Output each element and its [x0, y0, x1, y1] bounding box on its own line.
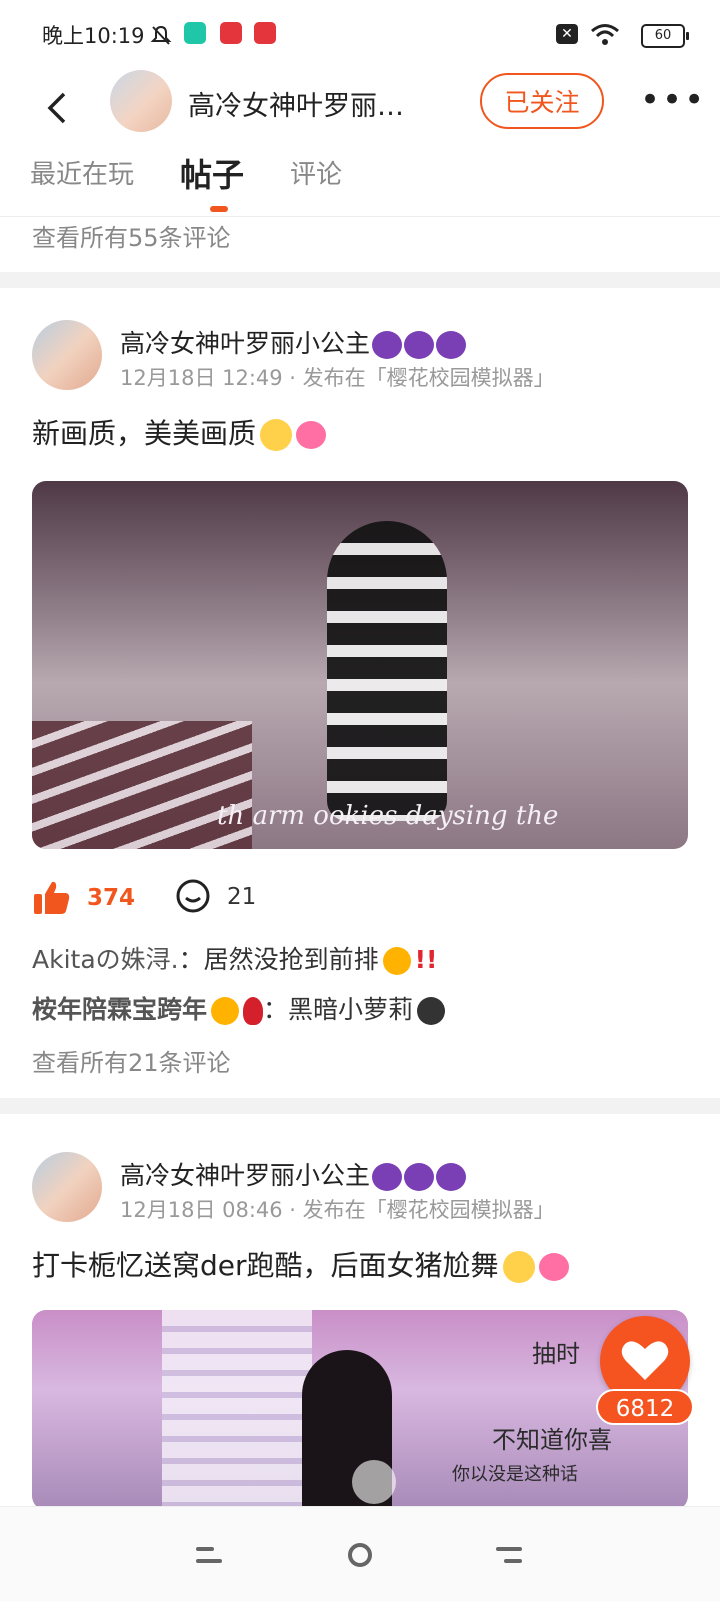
dark-moon-emoji-icon	[417, 997, 446, 1025]
app-icon	[220, 22, 242, 44]
post-text: 新画质，美美画质	[32, 412, 327, 452]
post-author[interactable]: 高冷女神叶罗丽小公主	[120, 324, 467, 360]
back-nav-icon[interactable]	[496, 1545, 522, 1567]
rose-emoji-icon	[243, 997, 264, 1025]
battery-icon: 60	[641, 24, 689, 48]
avatar[interactable]	[32, 1152, 102, 1222]
pink-heart-icon	[538, 1253, 569, 1281]
back-icon[interactable]	[42, 88, 72, 135]
exclamation-icon: !!	[414, 945, 438, 974]
post-video[interactable]: 抽时 不知道你喜 你以没是这种话	[32, 1310, 688, 1510]
devil-emoji-icon	[404, 1163, 435, 1191]
system-nav-bar	[0, 1506, 720, 1601]
tab-indicator	[210, 206, 228, 212]
comment-text: ：居然没抢到前排	[178, 945, 379, 974]
sun-emoji-icon	[382, 947, 411, 975]
section-divider	[0, 1098, 720, 1114]
following-button[interactable]: 已关注	[480, 73, 604, 129]
devil-emoji-icon	[404, 331, 435, 359]
comment-item[interactable]: Akitaの姝浔.：居然没抢到前排!!	[32, 940, 437, 976]
scream-emoji-icon	[260, 419, 293, 451]
sim-off-icon: ✕	[556, 24, 578, 44]
page-title: 高冷女神叶罗丽…	[188, 91, 404, 122]
post-meta[interactable]: 12月18日 08:46 · 发布在「樱花校园模拟器」	[120, 1194, 555, 1224]
devil-emoji-icon	[436, 1163, 467, 1191]
tab-bar: 最近在玩 帖子 评论	[0, 150, 720, 217]
like-button[interactable]: 374	[32, 878, 135, 918]
video-text: 你以没是这种话	[452, 1464, 578, 1485]
video-text: 不知道你喜	[492, 1426, 612, 1454]
comment-count: 21	[227, 884, 257, 910]
tab-comments[interactable]: 评论	[290, 154, 342, 191]
video-scene	[162, 1310, 312, 1510]
scream-emoji-icon	[502, 1251, 535, 1283]
comment-button[interactable]: 21	[174, 878, 256, 916]
like-total-badge: 6812	[596, 1389, 694, 1425]
tab-posts[interactable]: 帖子	[180, 150, 244, 196]
tab-recently-played[interactable]: 最近在玩	[30, 154, 134, 191]
status-bar: 晚上10:19 ✕ 60	[0, 0, 720, 70]
thumbs-up-icon	[34, 881, 70, 914]
post-video[interactable]: th arm ookies daysing the	[32, 481, 688, 849]
heart-eyes-emoji-icon	[211, 997, 240, 1025]
app-icon	[254, 22, 276, 44]
post-author[interactable]: 高冷女神叶罗丽小公主	[120, 1156, 467, 1192]
mute-icon	[150, 25, 172, 45]
view-all-comments-link[interactable]: 查看所有55条评论	[32, 218, 231, 253]
avatar[interactable]	[110, 70, 172, 132]
devil-emoji-icon	[372, 331, 403, 359]
comment-item[interactable]: 桉年陪霖宝跨年 ：黑暗小萝莉	[32, 990, 446, 1026]
view-all-comments-link[interactable]: 查看所有21条评论	[32, 1043, 231, 1078]
profile-header: 高冷女神叶罗丽… 已关注 •••	[0, 70, 720, 150]
comment-text: ：黑暗小萝莉	[263, 995, 414, 1024]
menu-nav-icon[interactable]	[196, 1545, 222, 1567]
post-text: 打卡栀忆送窝der跑酷，后面女猪尬舞	[32, 1244, 569, 1284]
play-icon[interactable]	[352, 1460, 396, 1504]
home-nav-icon[interactable]	[346, 1541, 374, 1569]
devil-emoji-icon	[372, 1163, 403, 1191]
comment-bubble-icon	[176, 879, 210, 913]
section-divider	[0, 272, 720, 288]
wifi-icon	[591, 24, 619, 45]
status-time: 晚上10:19	[42, 24, 145, 48]
video-text: 抽时	[532, 1340, 580, 1368]
avatar[interactable]	[32, 320, 102, 390]
app-icon	[184, 22, 206, 44]
video-scene	[327, 521, 447, 821]
more-icon[interactable]: •••	[640, 80, 706, 120]
like-count: 374	[87, 885, 136, 911]
comment-user[interactable]: 桉年陪霖宝跨年	[32, 995, 207, 1024]
pink-heart-icon	[296, 421, 327, 449]
comment-user[interactable]: Akitaの姝浔.	[32, 945, 179, 974]
devil-emoji-icon	[436, 331, 467, 359]
post-meta[interactable]: 12月18日 12:49 · 发布在「樱花校园模拟器」	[120, 362, 555, 392]
video-caption: th arm ookies daysing the	[217, 801, 559, 831]
